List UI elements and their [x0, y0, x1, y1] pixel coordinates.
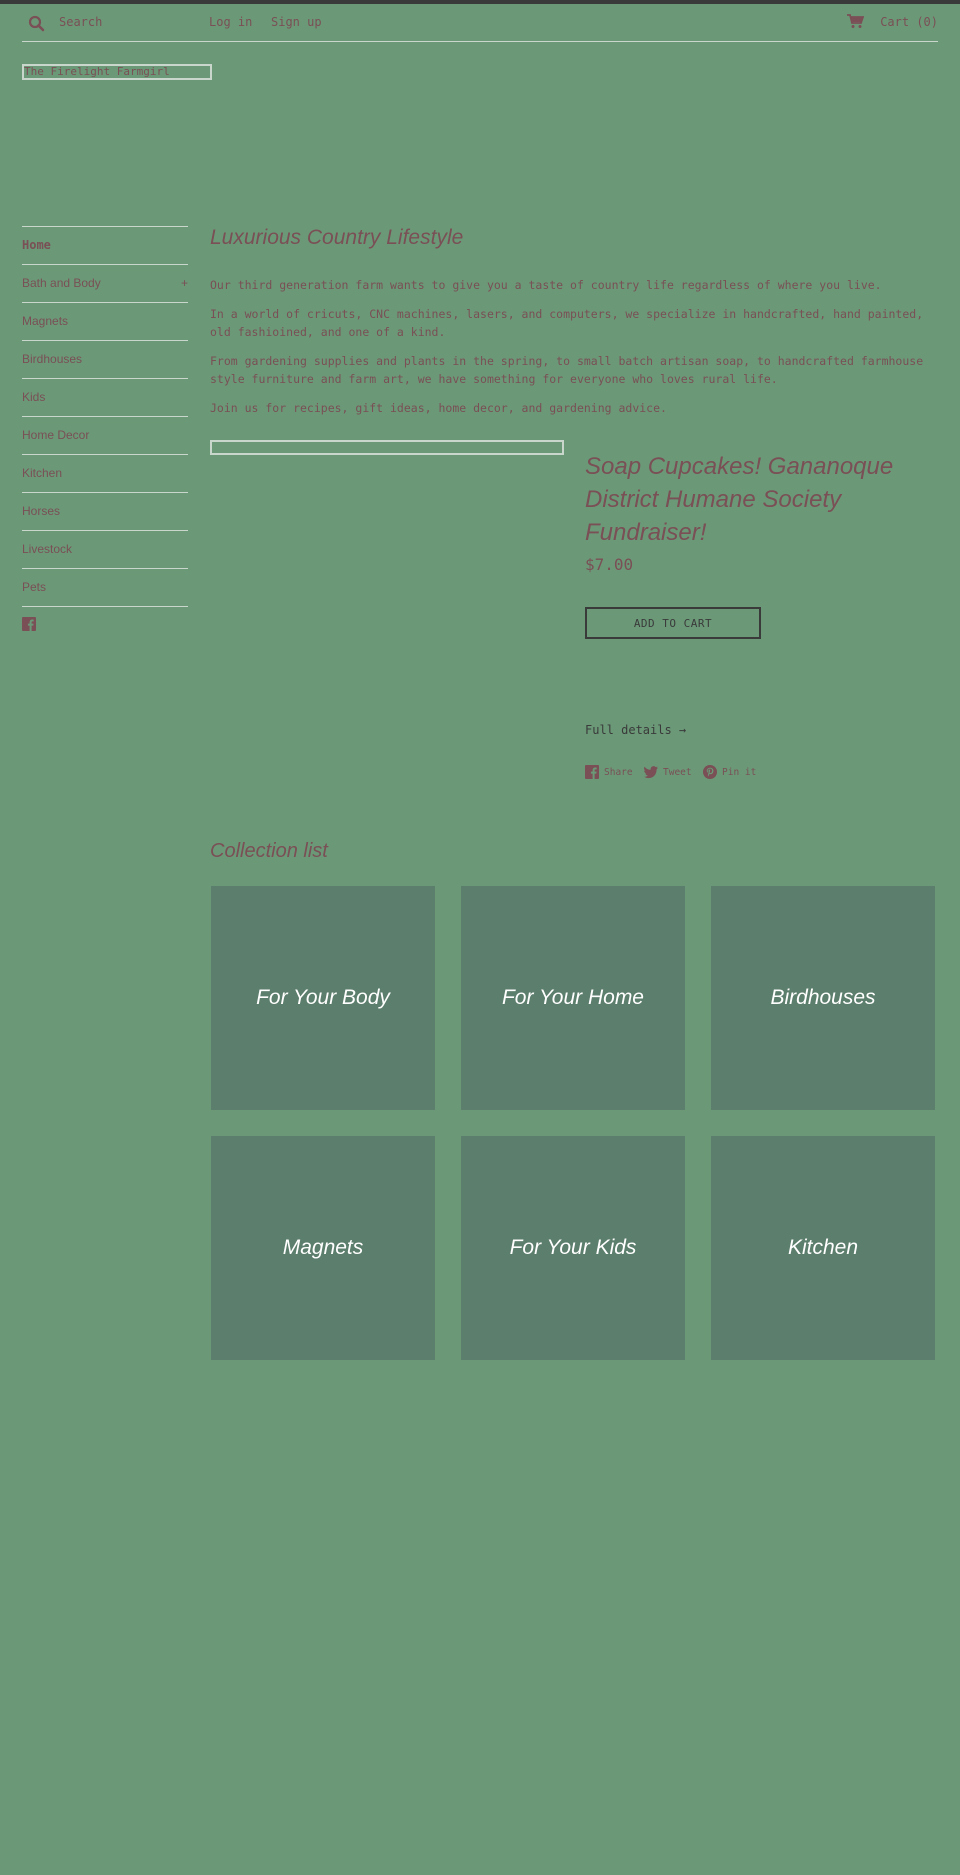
sidebar-item-horses[interactable]: Horses	[22, 492, 188, 530]
sidebar-item-magnets[interactable]: Magnets	[22, 302, 188, 340]
product-image[interactable]	[210, 440, 564, 455]
cart-link[interactable]: Cart (0)	[880, 15, 938, 29]
collection-tile-birdhouses[interactable]: Birdhouses	[711, 886, 935, 1110]
sidebar-item-livestock[interactable]: Livestock	[22, 530, 188, 568]
expand-toggle[interactable]: +	[181, 265, 188, 302]
share-label: Share	[604, 767, 633, 778]
collection-tile-magnets[interactable]: Magnets	[211, 1136, 435, 1360]
sidebar-nav: Home Bath and Body + Magnets Birdhouses K…	[22, 226, 188, 607]
collection-tile-kitchen[interactable]: Kitchen	[711, 1136, 935, 1360]
collection-tile-for-your-kids[interactable]: For Your Kids	[461, 1136, 685, 1360]
sidebar-item-birdhouses[interactable]: Birdhouses	[22, 340, 188, 378]
intro-paragraph: In a world of cricuts, CNC machines, las…	[210, 307, 924, 339]
sidebar-item-home[interactable]: Home	[22, 226, 188, 264]
sidebar-item-bath-and-body[interactable]: Bath and Body +	[22, 264, 188, 302]
sidebar-item-kids[interactable]: Kids	[22, 378, 188, 416]
intro-paragraph: Our third generation farm wants to give …	[210, 278, 882, 292]
collection-tile-for-your-home[interactable]: For Your Home	[461, 886, 685, 1110]
product-price: $7.00	[585, 555, 634, 574]
twitter-icon	[644, 766, 658, 779]
signup-link[interactable]: Sign up	[271, 15, 322, 29]
facebook-icon	[585, 765, 599, 779]
shop-logo[interactable]: The Firelight Farmgirl	[22, 64, 212, 80]
login-link[interactable]: Log in	[209, 15, 252, 29]
sidebar-item-home-decor[interactable]: Home Decor	[22, 416, 188, 454]
product-title[interactable]: Soap Cupcakes! Gananoque District Humane…	[585, 450, 925, 549]
intro-paragraph: From gardening supplies and plants in th…	[210, 354, 924, 386]
sidebar-item-pets[interactable]: Pets	[22, 568, 188, 607]
facebook-icon[interactable]	[22, 617, 36, 631]
add-to-cart-button[interactable]: ADD TO CART	[585, 607, 761, 639]
search-input[interactable]: Search	[59, 15, 102, 29]
full-details-link[interactable]: Full details →	[585, 723, 686, 737]
intro-paragraph: Join us for recipes, gift ideas, home de…	[210, 401, 667, 415]
pinterest-icon	[703, 765, 717, 779]
share-label: Tweet	[663, 767, 692, 778]
collection-tile-for-your-body[interactable]: For Your Body	[211, 886, 435, 1110]
intro-text: Our third generation farm wants to give …	[210, 276, 940, 428]
cart-icon[interactable]	[846, 13, 864, 29]
share-label: Pin it	[722, 767, 757, 778]
intro-title: Luxurious Country Lifestyle	[210, 226, 464, 249]
site-header: Search Log in Sign up Cart (0)	[22, 4, 938, 42]
sidebar-item-kitchen[interactable]: Kitchen	[22, 454, 188, 492]
search-icon[interactable]	[27, 14, 47, 34]
collection-list-title: Collection list	[210, 840, 328, 862]
